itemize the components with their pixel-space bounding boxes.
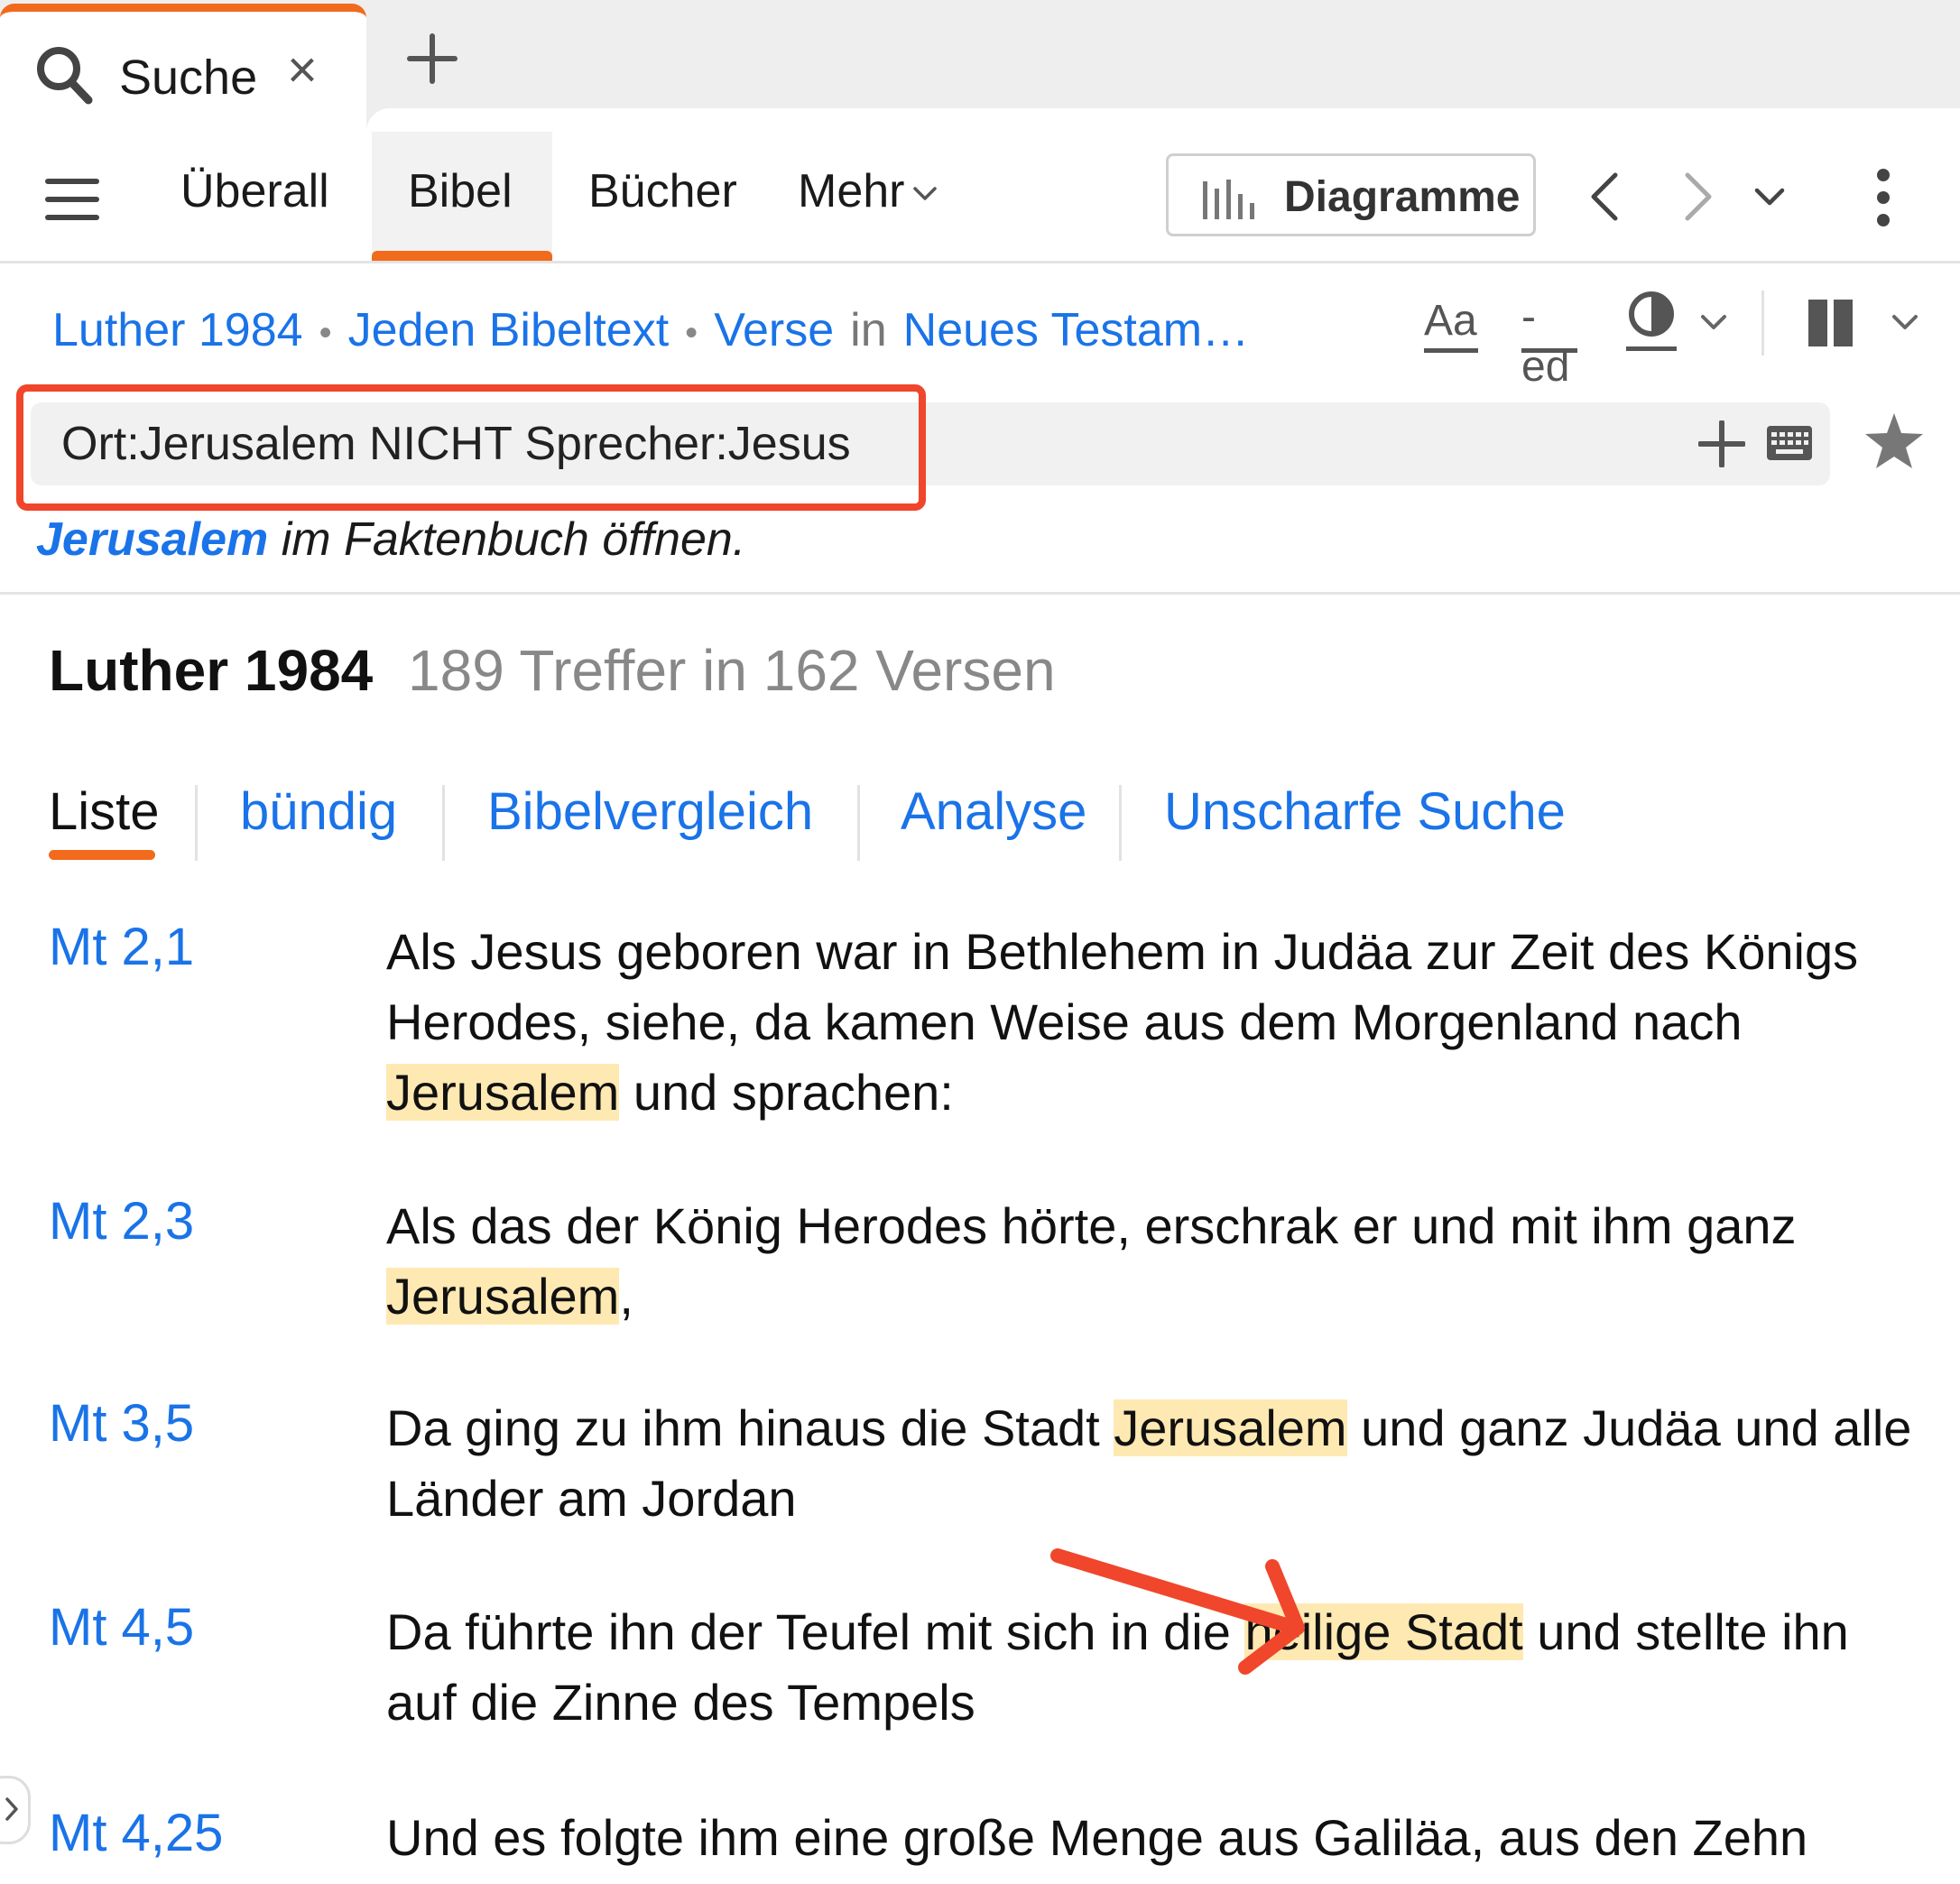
results-count: 189 Treffer in 162 Versen	[408, 638, 1056, 703]
diagram-button-label: Diagramme	[1284, 173, 1521, 221]
chevron-right-icon	[5, 1797, 18, 1821]
nav-item-mehr-label: Mehr	[798, 165, 905, 217]
search-icon	[37, 47, 93, 105]
verse-text-after: und sprachen:	[619, 1064, 954, 1121]
verse-text-before: Da ging zu ihm hinaus die Stadt	[386, 1399, 1114, 1456]
breadcrumb-version[interactable]: Luther 1984	[52, 304, 303, 356]
font-size-underline	[1424, 348, 1478, 353]
star-icon[interactable]	[1863, 411, 1926, 471]
bar-chart-icon	[1203, 180, 1254, 219]
nav-item-ueberall[interactable]: Überall	[180, 164, 329, 218]
nav-item-bibel[interactable]: Bibel	[408, 164, 513, 218]
breadcrumb-separator: •	[685, 312, 698, 353]
history-dropdown-icon[interactable]	[1754, 188, 1785, 208]
inflection-underline	[1521, 348, 1577, 353]
nav-selected-indicator	[372, 251, 552, 261]
chevron-down-icon[interactable]	[1700, 314, 1727, 332]
breadcrumb-unit[interactable]: Verse	[714, 304, 834, 356]
verse-reference[interactable]: Mt 4,5	[49, 1597, 194, 1658]
chevron-right-icon[interactable]	[1682, 171, 1715, 222]
nav-item-buecher[interactable]: Bücher	[588, 164, 737, 218]
inflection-label: -ed	[1521, 293, 1570, 391]
verse-reference[interactable]: Mt 4,25	[49, 1803, 223, 1863]
more-options-icon[interactable]	[1870, 168, 1897, 227]
plus-icon[interactable]	[406, 32, 458, 85]
section-divider	[0, 592, 1960, 595]
verse-text-after: ,	[619, 1268, 633, 1325]
verse-hit[interactable]: Jerusalem	[386, 1268, 620, 1325]
tab-label: Suche	[119, 51, 258, 105]
hamburger-menu-icon[interactable]	[45, 177, 99, 222]
toolbar-divider	[1761, 291, 1764, 356]
view-tab-liste[interactable]: Liste	[49, 781, 160, 842]
chevron-down-icon[interactable]	[1891, 314, 1918, 332]
view-tab-unscharfe-suche[interactable]: Unscharfe Suche	[1164, 781, 1566, 842]
verse-text: Da ging zu ihm hinaus die Stadt Jerusale…	[386, 1393, 1920, 1534]
verse-text-before: Als das der König Herodes hörte, erschra…	[386, 1197, 1797, 1254]
factbook-hint: Jerusalem im Faktenbuch öffnen.	[36, 513, 745, 567]
chevron-down-icon	[913, 187, 938, 201]
font-size-label: Aa	[1424, 297, 1477, 345]
verse-text: Als das der König Herodes hörte, erschra…	[386, 1191, 1920, 1332]
verse-reference[interactable]: Mt 2,3	[49, 1191, 194, 1251]
verse-hit[interactable]: Jerusalem	[386, 1064, 620, 1121]
search-input[interactable]: Ort:Jerusalem NICHT Sprecher:Jesus	[31, 402, 1830, 485]
verse-reference[interactable]: Mt 3,5	[49, 1393, 194, 1454]
view-tab-separator	[1119, 785, 1122, 861]
breadcrumb-in: in	[850, 304, 887, 356]
add-term-icon[interactable]	[1698, 420, 1745, 467]
verse-text: Als Jesus geboren war in Bethlehem in Ju…	[386, 917, 1920, 1128]
breadcrumb-scope[interactable]: Jeden Bibeltext	[348, 304, 670, 356]
close-icon[interactable]: ×	[287, 44, 318, 97]
verse-hit[interactable]: Jerusalem	[1114, 1399, 1347, 1456]
results-title: Luther 1984	[49, 638, 374, 703]
view-tab-buendig[interactable]: bündig	[240, 781, 397, 842]
library-nav: Überall Bibel Bücher Mehr	[0, 132, 1960, 263]
view-tab-separator	[195, 785, 198, 861]
factbook-hint-text: im Faktenbuch öffnen.	[268, 513, 746, 566]
view-tab-separator	[442, 785, 445, 861]
search-query-text: Ort:Jerusalem NICHT Sprecher:Jesus	[61, 418, 851, 470]
verse-text-before: Und es folgte ihm eine große Menge aus G…	[386, 1809, 1808, 1866]
chevron-left-icon[interactable]	[1588, 171, 1621, 222]
visual-filter-icon[interactable]	[1624, 291, 1678, 354]
nav-item-mehr[interactable]: Mehr	[798, 164, 938, 218]
verse-text-before: Als Jesus geboren war in Bethlehem in Ju…	[386, 923, 1859, 1050]
annotation-arrow	[1050, 1548, 1305, 1675]
tab-search[interactable]: Suche ×	[0, 4, 366, 132]
sidebar-toggle-handle[interactable]	[0, 1776, 31, 1844]
breadcrumb-range[interactable]: Neues Testam…	[903, 304, 1249, 356]
columns-icon[interactable]	[1808, 300, 1854, 346]
inflection-icon[interactable]: -ed	[1521, 292, 1577, 391]
keyboard-icon[interactable]	[1767, 426, 1812, 460]
view-tab-analyse[interactable]: Analyse	[901, 781, 1086, 842]
font-size-icon[interactable]: Aa	[1424, 296, 1478, 354]
factbook-link[interactable]: Jerusalem	[36, 513, 268, 566]
verse-reference[interactable]: Mt 2,1	[49, 917, 194, 977]
view-tab-bibelvergleich[interactable]: Bibelvergleich	[487, 781, 813, 842]
view-tab-indicator	[49, 850, 155, 860]
verse-text: Und es folgte ihm eine große Menge aus G…	[386, 1803, 1920, 1873]
search-breadcrumb: Luther 1984 • Jeden Bibeltext • Verse in Neues…	[52, 303, 1249, 357]
diagram-button[interactable]: Diagramme	[1166, 153, 1536, 236]
breadcrumb-separator: •	[319, 312, 332, 353]
view-tab-separator	[857, 785, 860, 861]
